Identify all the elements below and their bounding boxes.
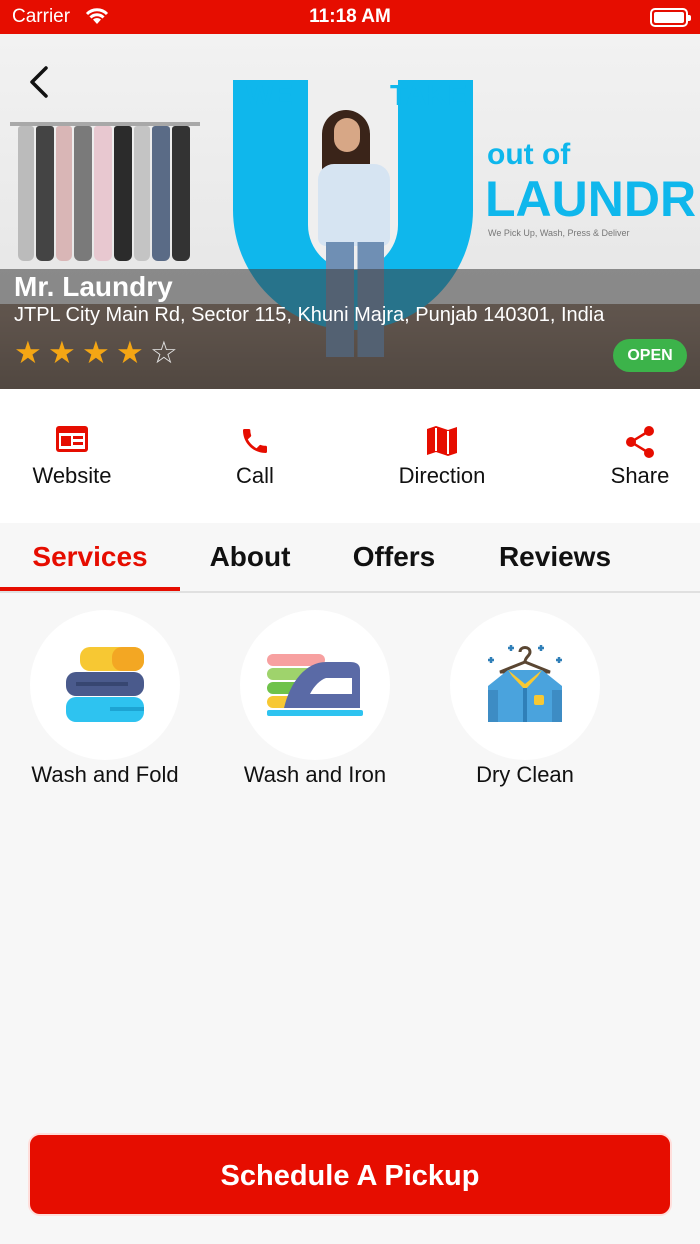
direction-button[interactable]: Direction: [372, 389, 512, 523]
tab-offers[interactable]: Offers: [330, 523, 458, 593]
active-tab-indicator: [0, 587, 180, 591]
service-wash-and-iron[interactable]: Wash and Iron: [240, 610, 390, 787]
folded-clothes-icon: [66, 647, 144, 722]
banner-text-take: TAKE: [390, 80, 467, 112]
battery-icon: [650, 8, 691, 27]
action-bar: Website Call Direction Share: [0, 389, 700, 523]
service-dry-clean[interactable]: Dry Clean: [450, 610, 600, 787]
iron-icon: [267, 654, 363, 716]
website-button[interactable]: Website: [2, 389, 142, 523]
hanging-cloth: [56, 126, 72, 261]
rating-stars: ★ ★ ★ ★ ☆: [14, 335, 184, 370]
tab-about[interactable]: About: [185, 523, 315, 593]
banner-tagline: We Pick Up, Wash, Press & Deliver: [488, 228, 630, 238]
back-button[interactable]: [20, 62, 60, 102]
service-icon-circle: [30, 610, 180, 760]
banner-text-out-of: out of: [487, 138, 571, 171]
phone-icon: [239, 425, 271, 462]
service-label: Wash and Iron: [243, 762, 387, 787]
model-shirt: [318, 164, 390, 246]
clock: 11:18 AM: [309, 6, 391, 27]
tab-reviews[interactable]: Reviews: [480, 523, 630, 593]
schedule-pickup-button[interactable]: Schedule A Pickup: [28, 1133, 672, 1216]
star-filled-icon: ★: [48, 335, 76, 370]
model-face: [334, 118, 360, 152]
hero-banner: WE TAKE out of LAUNDR We Pick Up, Wash, …: [0, 34, 700, 389]
hanging-cloth: [94, 126, 112, 261]
shirt-hanger-icon: [488, 645, 562, 722]
direction-label: Direction: [398, 463, 486, 488]
banner-text-we: WE: [246, 80, 293, 112]
star-filled-icon: ★: [116, 335, 144, 370]
website-icon: [55, 425, 89, 458]
service-wash-and-fold[interactable]: Wash and Fold: [30, 610, 180, 787]
service-icon-circle: [240, 610, 390, 760]
star-filled-icon: ★: [14, 335, 42, 370]
chevron-left-icon: [30, 66, 48, 98]
share-label: Share: [610, 463, 670, 488]
share-button[interactable]: Share: [585, 389, 695, 523]
website-label: Website: [32, 463, 112, 488]
tab-services[interactable]: Services: [0, 523, 180, 593]
hanging-cloth: [36, 126, 54, 261]
service-icon-circle: [450, 610, 600, 760]
map-icon: [425, 425, 459, 462]
star-filled-icon: ★: [82, 335, 110, 370]
shop-name: Mr. Laundry: [14, 271, 173, 302]
share-icon: [624, 425, 656, 464]
hanging-cloth: [152, 126, 170, 261]
hanging-cloth: [172, 126, 190, 261]
call-button[interactable]: Call: [195, 389, 315, 523]
star-empty-icon: ☆: [150, 335, 178, 370]
banner-text-laundry: LAUNDR: [485, 171, 697, 227]
shop-address: JTPL City Main Rd, Sector 115, Khuni Maj…: [14, 304, 605, 326]
status-badge: OPEN: [613, 339, 687, 372]
call-label: Call: [236, 463, 274, 488]
hanging-cloth: [114, 126, 132, 261]
service-label: Dry Clean: [476, 762, 574, 787]
hanging-cloth: [74, 126, 92, 261]
hanging-cloth: [18, 126, 34, 261]
status-bar: Carrier 11:18 AM: [0, 0, 700, 34]
hanging-cloth: [134, 126, 150, 261]
tab-bar: Services About Offers Reviews: [0, 523, 700, 593]
service-label: Wash and Fold: [31, 762, 179, 787]
